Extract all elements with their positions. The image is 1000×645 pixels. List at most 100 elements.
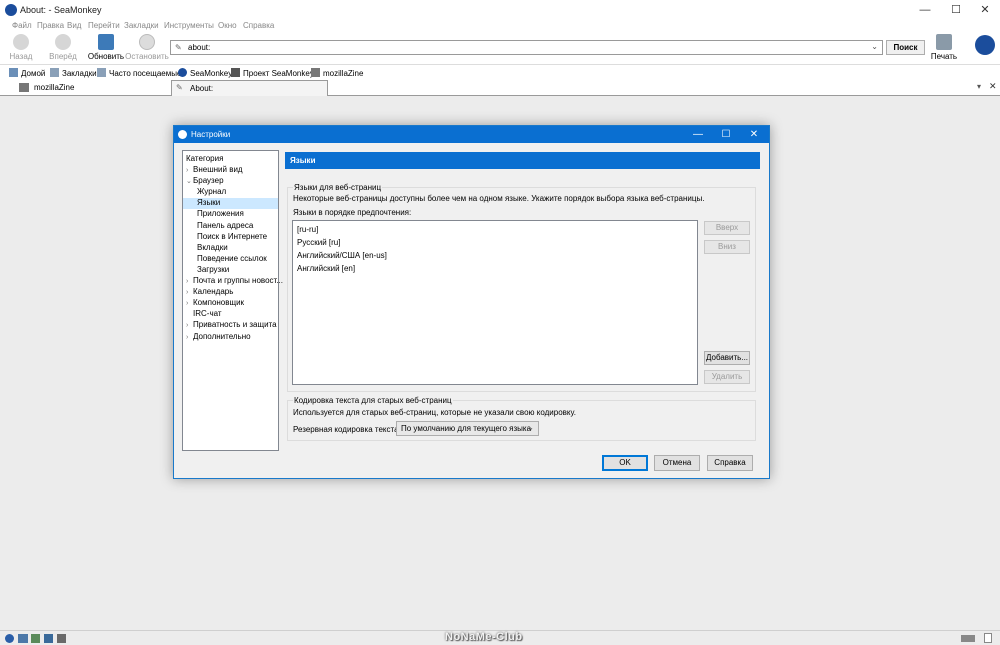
dialog-titlebar: Настройки — ☐ ✕ [174,126,769,143]
category-label: Почта и группы новост... [193,276,283,285]
twisty-icon[interactable]: › [186,289,193,296]
add-language-button[interactable]: Добавить... [704,351,750,365]
navigator-icon[interactable] [5,634,14,643]
category-item[interactable]: › Компоновщик [183,298,278,309]
printer-icon [936,34,952,50]
seamonkey-logo-icon [5,4,17,16]
twisty-icon[interactable]: › [186,322,193,329]
twisty-icon[interactable]: › [186,334,193,341]
dialog-minimize-button[interactable]: — [684,126,712,143]
bookmark-seamonkey[interactable]: SeaMonkey [178,68,232,78]
category-label: Браузер [193,176,224,186]
category-item[interactable]: › Внешний вид [183,165,278,176]
language-item[interactable]: Английский [en] [297,264,355,273]
composer-icon[interactable] [31,634,40,643]
category-item[interactable]: › Календарь [183,287,278,298]
dialog-maximize-button[interactable]: ☐ [712,126,740,143]
language-item[interactable]: Русский [ru] [297,238,340,247]
category-label: Внешний вид [193,165,243,174]
category-label: Приложения [197,209,244,219]
menu-file[interactable]: Файл [12,21,32,30]
category-tree[interactable]: Категория › Внешний вид ⌄Браузер Журнал Язык… [182,150,283,451]
address-book-icon[interactable] [44,634,53,643]
bookmark-home[interactable]: Домой [9,68,45,78]
bookmark-most-visited[interactable]: Часто посещаемые [97,68,181,78]
stop-button[interactable]: Остановить [124,34,170,64]
print-button[interactable]: Печать [924,34,964,64]
language-item[interactable]: [ru-ru] [297,225,318,234]
category-label: Языки [197,198,221,208]
chevron-down-icon: ⌄ [527,423,534,432]
reload-button[interactable]: Обновить [86,34,126,64]
category-item[interactable]: Поиск в Интернете [183,232,278,243]
twisty-icon[interactable]: › [186,167,193,174]
close-tab-icon[interactable]: ✕ [989,81,997,92]
connection-icon [961,635,975,642]
cancel-button[interactable]: Отмена [654,455,700,471]
language-list-label: Языки в порядке предпочтения: [293,208,412,217]
url-input[interactable]: ✎ about: ⌄ [170,40,883,55]
bookmark-bookmarks[interactable]: Закладки [50,68,97,78]
minimize-button[interactable]: — [910,0,940,20]
move-down-button[interactable]: Вниз [704,240,750,254]
category-label: Поиск в Интернете [197,231,268,241]
twisty-icon[interactable]: › [186,300,193,307]
category-item[interactable]: › Почта и группы новост... [183,276,283,287]
bookmark-mozillazine[interactable]: mozillaZine [311,68,363,78]
menu-tools[interactable]: Инструменты [164,21,214,30]
ok-button[interactable]: OK [602,455,648,471]
tab-list-icon[interactable]: ▾ [977,82,981,91]
category-item[interactable]: Приложения [183,209,278,220]
category-item[interactable]: Панель адреса [183,221,278,232]
window-titlebar: About: - SeaMonkey — ☐ ✕ [0,0,1000,20]
menu-go[interactable]: Перейти [88,21,120,30]
remove-language-button[interactable]: Удалить [704,370,750,384]
menu-help[interactable]: Справка [243,21,274,30]
bookmark-seamonkey-project[interactable]: Проект SeaMonkey [231,68,314,78]
menu-bar: Файл Правка Вид Перейти Закладки Инструм… [0,20,1000,32]
twisty-icon[interactable]: ⌄ [186,177,193,185]
menu-view[interactable]: Вид [67,21,81,30]
category-item[interactable]: IRC-чат [183,309,278,320]
watermark: NoNaMe-Club [445,631,523,643]
mail-icon[interactable] [18,634,28,643]
irc-chat-icon[interactable] [57,634,66,643]
category-item[interactable]: Журнал [183,187,278,198]
help-button[interactable]: Справка [707,455,753,471]
tab-about[interactable]: ✎ About: [171,80,328,96]
category-item[interactable]: ⌄Браузер [183,176,278,187]
category-label: Приватность и защита [193,320,277,330]
pane-title: Языки [285,152,760,169]
category-item[interactable]: › Дополнительно [183,332,278,343]
folder-icon [50,68,59,77]
move-up-button[interactable]: Вверх [704,221,750,235]
forward-button[interactable]: Вперёд [43,34,83,64]
bookmark-icon [231,68,240,77]
menu-bookmarks[interactable]: Закладки [124,21,159,30]
folder-icon [97,68,106,77]
twisty-icon[interactable]: › [186,278,193,285]
back-button[interactable]: Назад [1,34,41,64]
category-label: Загрузки [197,264,230,274]
dialog-close-button[interactable]: ✕ [740,126,768,143]
category-item[interactable]: Загрузки [183,265,278,276]
category-label: Панель адреса [197,220,254,230]
reload-icon [98,34,114,50]
mozillazine-icon [19,83,29,92]
language-list[interactable]: [ru-ru] Русский [ru] Английский/США [en-… [292,220,698,385]
maximize-button[interactable]: ☐ [941,0,971,20]
menu-edit[interactable]: Правка [37,21,64,30]
language-item[interactable]: Английский/США [en-us] [297,251,387,260]
tab-mozillazine[interactable]: mozillaZine [16,80,171,96]
category-item[interactable]: Поведение ссылок [183,254,278,265]
category-item[interactable]: Вкладки [183,243,278,254]
category-label: IRC-чат [193,309,222,319]
menu-window[interactable]: Окно [218,21,237,30]
close-button[interactable]: ✕ [970,0,1000,20]
dropdown-chevron-icon[interactable]: ⌄ [871,42,878,51]
category-item[interactable]: › Приватность и защита [183,320,278,331]
category-label: Вкладки [197,242,228,252]
search-button[interactable]: Поиск [886,40,925,55]
fallback-encoding-select[interactable]: По умолчанию для текущего языка ⌄ [396,421,539,436]
category-selected-item[interactable]: Языки [183,198,278,210]
